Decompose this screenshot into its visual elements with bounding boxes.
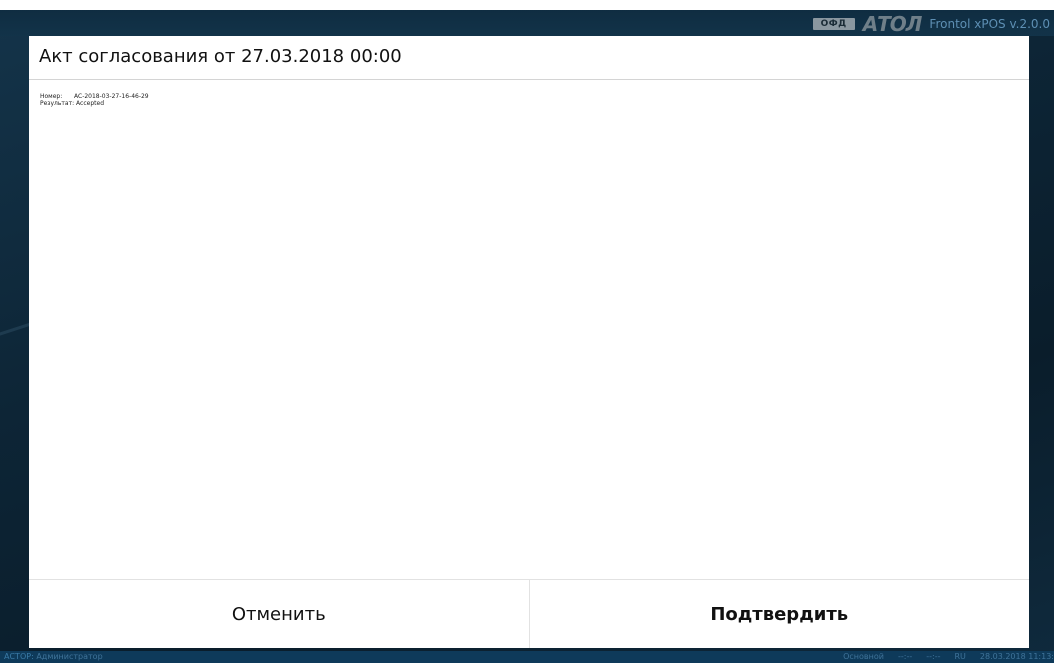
status-mode: Основной [843,652,884,661]
detail-row-number: Номер: AC-2018-03-27-16-46-29 [40,93,149,100]
status-user-prefix: АСТОР: [4,652,34,661]
status-field-1: --:-- [897,652,913,661]
detail-label-result: Результат: [40,100,75,107]
dialog-footer: Отменить Подтвердить [29,579,1029,648]
detail-row-result: Результат: Accepted [40,100,149,107]
act-details: Номер: AC-2018-03-27-16-46-29 Результат: … [40,93,149,107]
status-language[interactable]: RU [954,651,965,663]
status-user: АСТОР: Администратор [4,651,103,663]
status-field-2: --:-- [926,652,941,661]
status-info: Основной --:-- --:-- RU 28.03.2018 11:13… [843,651,1054,663]
dialog-title: Акт согласования от 27.03.2018 00:00 [39,46,402,67]
status-user-name: Администратор [36,652,103,661]
dialog-header: Акт согласования от 27.03.2018 00:00 [29,36,1029,80]
app-header-bar: ОФД АТОЛ Frontol xPOS v.2.0.0 [0,0,1054,36]
brand-area: ОФД АТОЛ Frontol xPOS v.2.0.0 [812,12,1050,36]
detail-value-result: Accepted [76,100,104,107]
ofd-badge[interactable]: ОФД [812,18,855,30]
reconciliation-act-dialog: Акт согласования от 27.03.2018 00:00 Ном… [29,36,1029,648]
status-datetime: 28.03.2018 11:13: [979,652,1054,661]
status-bar: АСТОР: Администратор Основной --:-- --:-… [0,651,1054,663]
cancel-button[interactable]: Отменить [29,580,530,648]
confirm-button[interactable]: Подтвердить [529,580,1029,648]
detail-label-number: Номер: [40,93,63,100]
top-strip [0,0,1054,10]
detail-value-number: AC-2018-03-27-16-46-29 [74,93,149,100]
atol-logo: АТОЛ [862,12,923,36]
app-version: Frontol xPOS v.2.0.0 [929,17,1050,31]
